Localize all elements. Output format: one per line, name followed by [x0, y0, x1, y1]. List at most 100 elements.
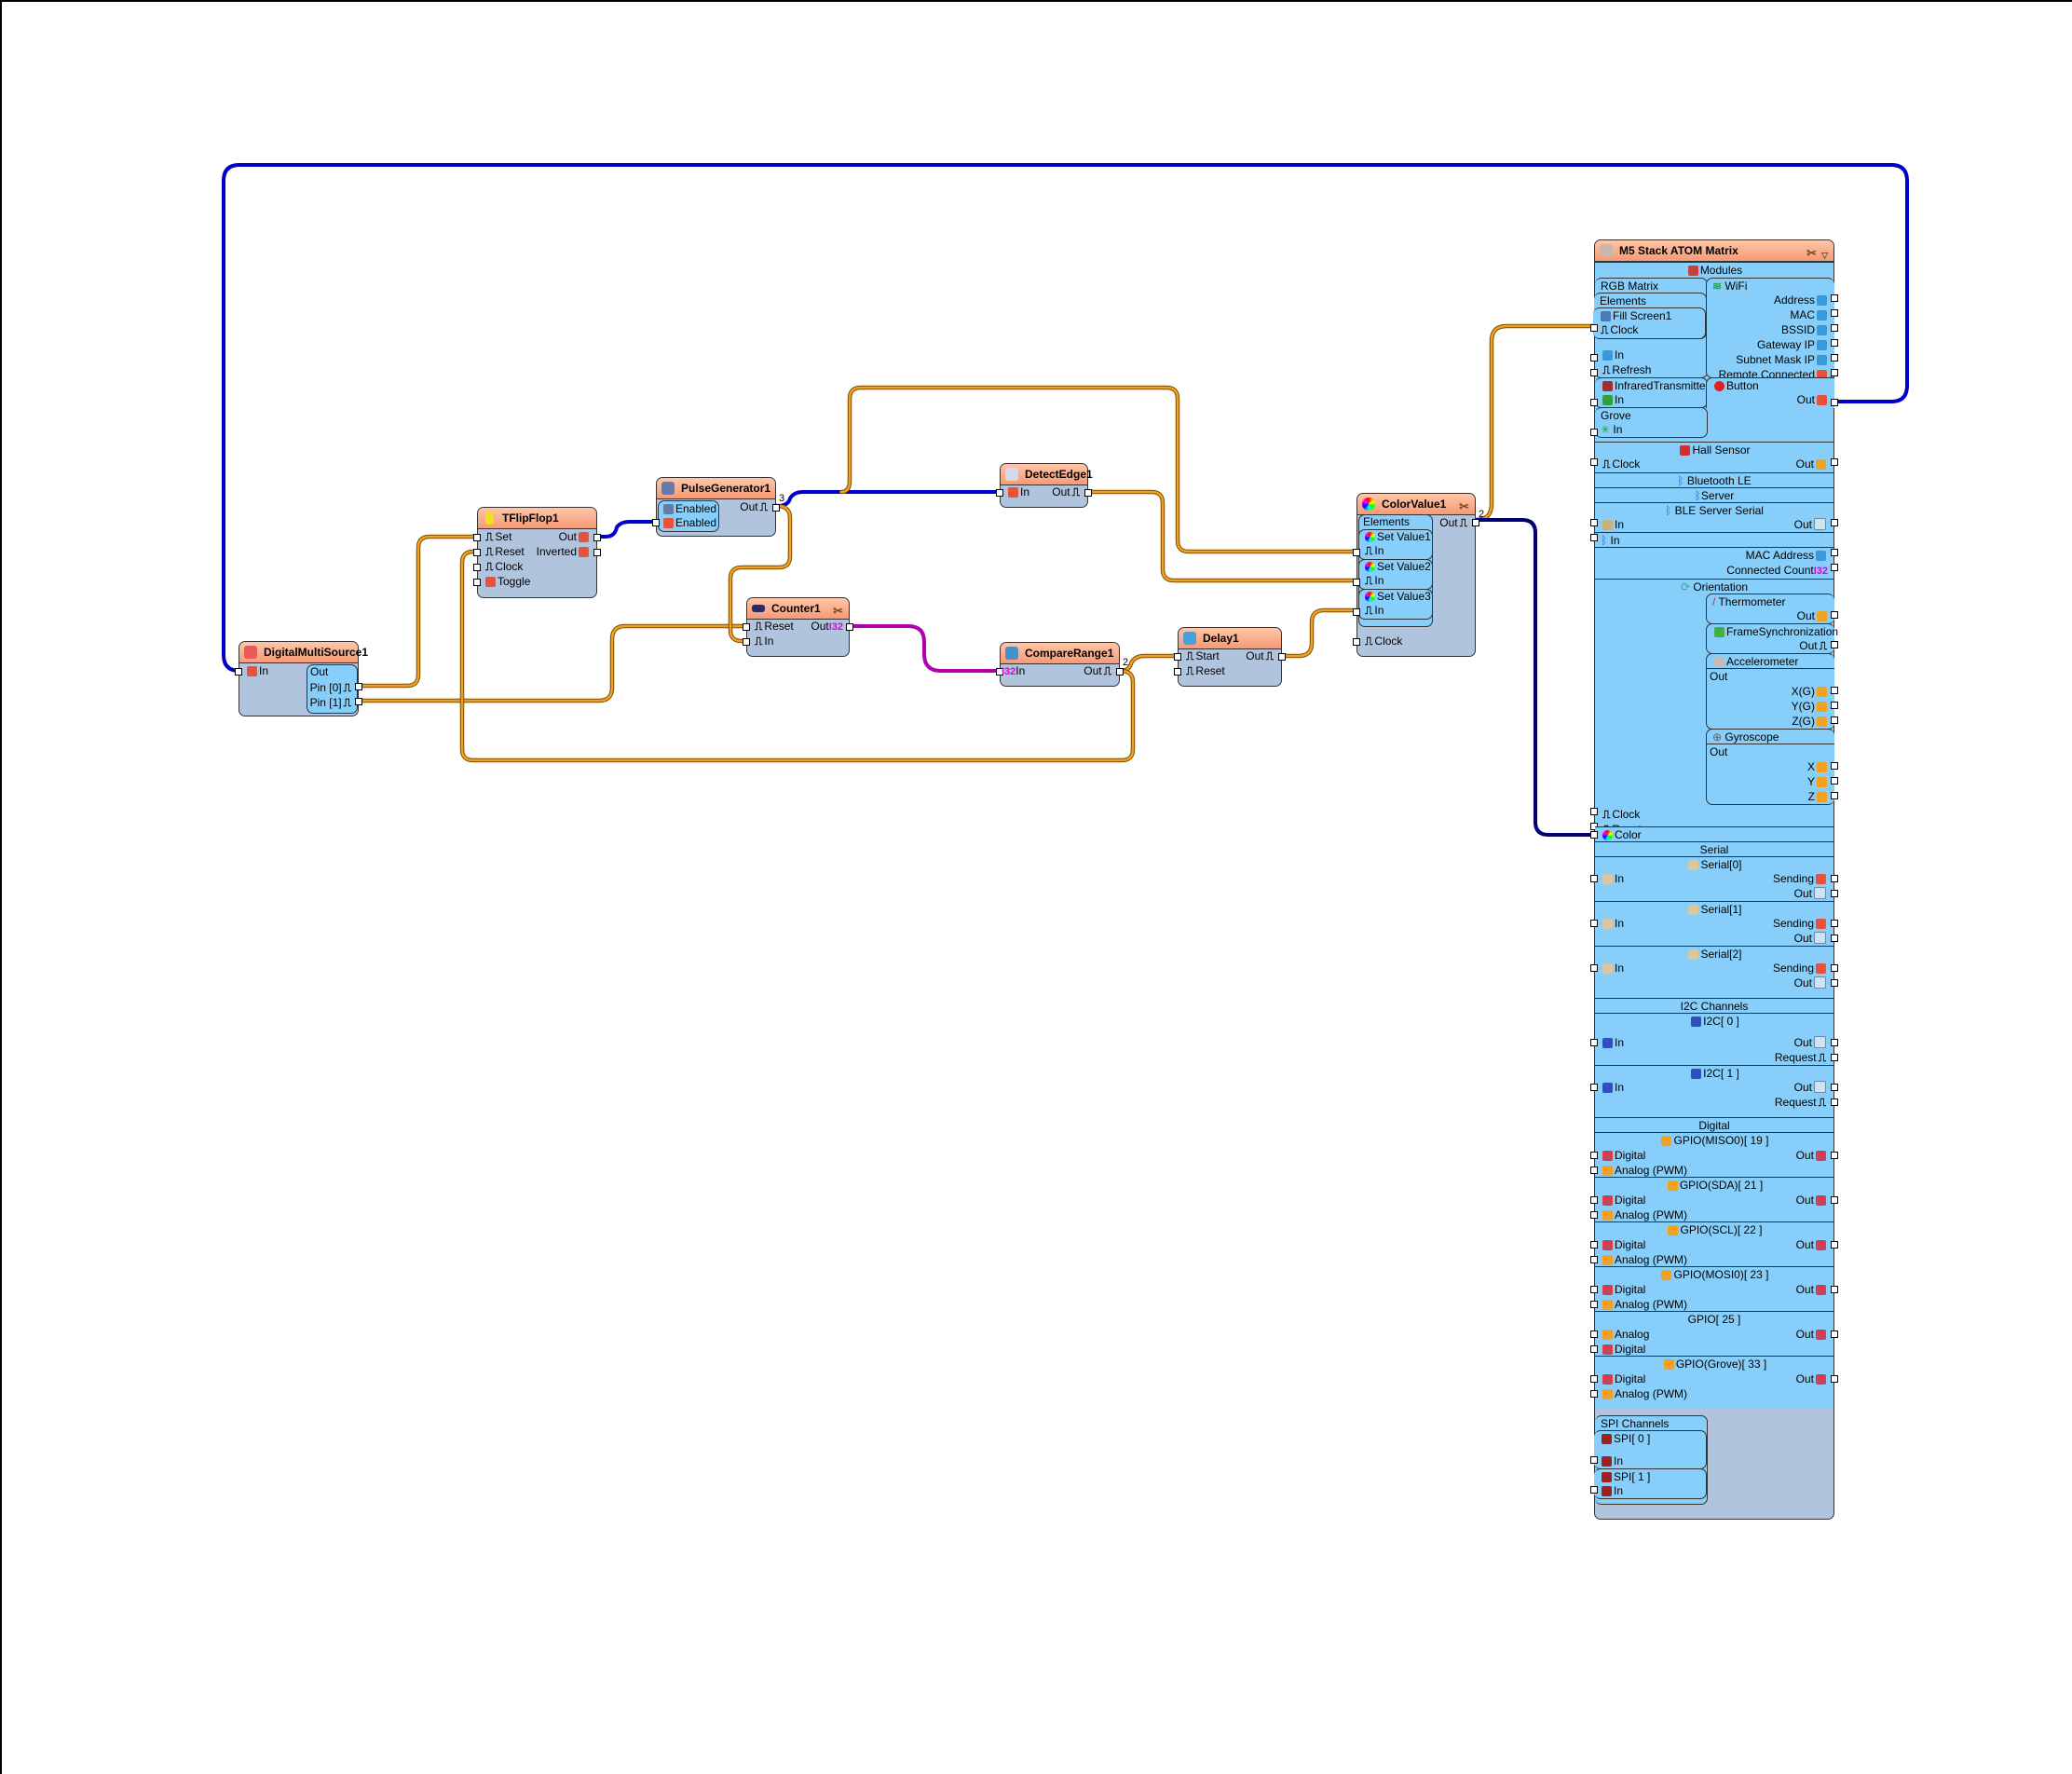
gpio-input2-port[interactable]: [1590, 1167, 1598, 1174]
fill-screen-clock-port[interactable]: [1590, 324, 1598, 332]
set-value3-element[interactable]: Set Value3 ⎍ In: [1358, 589, 1433, 620]
delay-component[interactable]: Delay1 ⎍ Start ⎍ Reset Out ⎍: [1174, 627, 1286, 687]
mac-address-port[interactable]: [1831, 549, 1838, 556]
gpio-input2-port[interactable]: [1590, 1301, 1598, 1308]
gyro-z-port[interactable]: [1831, 792, 1838, 799]
i2c1-in-port[interactable]: [1590, 1084, 1598, 1091]
serial1-in-port[interactable]: [1590, 920, 1598, 927]
out-port[interactable]: [1116, 668, 1124, 675]
component-header[interactable]: Counter1 ✂: [747, 598, 849, 620]
set-value1-element[interactable]: Set Value1 ⎍ In: [1358, 529, 1433, 560]
i2c0-out-port[interactable]: [1831, 1039, 1838, 1046]
gyro-x-port[interactable]: [1831, 762, 1838, 770]
hall-clock-port[interactable]: [1590, 458, 1598, 466]
serial2-in-port[interactable]: [1590, 964, 1598, 972]
in-port[interactable]: [743, 638, 750, 646]
serial2-sending-port[interactable]: [1831, 964, 1838, 972]
compare-range-component[interactable]: CompareRange1 I32In Out ⎍ 2: [996, 642, 1128, 687]
serial1-sending-port[interactable]: [1831, 920, 1838, 927]
set-port[interactable]: [473, 534, 481, 541]
inverted-port[interactable]: [593, 549, 601, 556]
out-port[interactable]: [772, 504, 780, 512]
orientation-clock-port[interactable]: [1590, 808, 1598, 815]
in-port[interactable]: [996, 489, 1003, 497]
spi0-in-port[interactable]: [1590, 1456, 1598, 1464]
x-g-port[interactable]: [1831, 687, 1838, 694]
start-port[interactable]: [1174, 653, 1181, 661]
digital-multi-source-component[interactable]: DigitalMultiSource1 In Out Pin [0] ⎍ Pin …: [235, 641, 368, 716]
out-port[interactable]: [1278, 653, 1286, 661]
i2c1-out-port[interactable]: [1831, 1084, 1838, 1091]
connected-count-port[interactable]: [1831, 564, 1838, 571]
reset-port[interactable]: [743, 623, 750, 631]
gpio-input1-port[interactable]: [1590, 1196, 1598, 1204]
component-header[interactable]: TFlipFlop1: [478, 508, 596, 529]
component-header[interactable]: Delay1: [1179, 628, 1281, 649]
serial0-sending-port[interactable]: [1831, 875, 1838, 882]
component-header[interactable]: ColorValue1 ✂: [1357, 494, 1475, 515]
pin0-port[interactable]: [355, 683, 362, 690]
i2c0-request-port[interactable]: [1831, 1054, 1838, 1061]
bssid-port[interactable]: [1831, 324, 1838, 332]
gpio-input2-port[interactable]: [1590, 1345, 1598, 1353]
refresh-port[interactable]: [1590, 369, 1598, 376]
set-value2-element[interactable]: Set Value2 ⎍ In: [1358, 559, 1433, 590]
set-value3-in-port[interactable]: [1353, 608, 1360, 616]
out-port[interactable]: [1472, 519, 1479, 526]
z-g-port[interactable]: [1831, 716, 1838, 724]
out-port[interactable]: [593, 534, 601, 541]
spi1-in-port[interactable]: [1590, 1486, 1598, 1494]
y-g-port[interactable]: [1831, 702, 1838, 709]
toggle-port[interactable]: [473, 579, 481, 586]
frame-sync-out-port[interactable]: [1831, 641, 1838, 648]
gpio-input1-port[interactable]: [1590, 1286, 1598, 1293]
gpio-input2-port[interactable]: [1590, 1211, 1598, 1219]
subnet-mask-ip-port[interactable]: [1831, 354, 1838, 362]
reset-port[interactable]: [473, 549, 481, 556]
ble-serial-in-port[interactable]: [1590, 519, 1598, 526]
ble-in-port[interactable]: [1590, 534, 1598, 541]
serial0-in-port[interactable]: [1590, 875, 1598, 882]
set-value1-in-port[interactable]: [1353, 549, 1360, 556]
serial1-out-port[interactable]: [1831, 935, 1838, 942]
in-port[interactable]: [235, 668, 242, 675]
remote-connected-port[interactable]: [1831, 369, 1838, 376]
color-port[interactable]: [1590, 831, 1598, 839]
serial2-out-port[interactable]: [1831, 979, 1838, 987]
counter-component[interactable]: Counter1 ✂ ⎍ Reset ⎍ In OutI32: [743, 597, 853, 657]
component-header[interactable]: DigitalMultiSource1: [239, 642, 368, 663]
out-port[interactable]: [846, 623, 853, 631]
gpio-input2-port[interactable]: [1590, 1256, 1598, 1263]
enabled-port[interactable]: [652, 519, 660, 526]
infrared-in-port[interactable]: [1590, 399, 1598, 406]
thermometer-out-port[interactable]: [1831, 611, 1838, 619]
reset-port[interactable]: [1174, 668, 1181, 675]
tflipflop-component[interactable]: TFlipFlop1 ⎍ Set ⎍ Reset ⎍ Clock Toggle Out…: [473, 507, 601, 598]
ble-serial-out-port[interactable]: [1831, 519, 1838, 526]
gpio-input2-port[interactable]: [1590, 1390, 1598, 1398]
detect-edge-component[interactable]: DetectEdge1 In Out ⎍: [996, 463, 1093, 508]
component-header[interactable]: PulseGenerator1: [657, 478, 775, 499]
color-value-component[interactable]: ColorValue1 ✂ Elements Set Value1 ⎍ In Se…: [1353, 493, 1484, 657]
component-header[interactable]: DetectEdge1: [1001, 464, 1093, 485]
i2c0-in-port[interactable]: [1590, 1039, 1598, 1046]
component-header[interactable]: M5 Stack ATOM Matrix ✂ ▽: [1595, 240, 1833, 262]
gpio-input1-port[interactable]: [1590, 1375, 1598, 1383]
address-port[interactable]: [1831, 294, 1838, 302]
gateway-ip-port[interactable]: [1831, 339, 1838, 347]
pin1-port[interactable]: [355, 698, 362, 705]
gpio-input1-port[interactable]: [1590, 1152, 1598, 1159]
pulse-generator-component[interactable]: PulseGenerator1 Enabled Enabled Out ⎍ 3: [652, 477, 784, 537]
i2c1-request-port[interactable]: [1831, 1099, 1838, 1106]
gpio-out-port[interactable]: [1831, 1286, 1838, 1293]
rgb-matrix-in-port[interactable]: [1590, 354, 1598, 362]
clock-port[interactable]: [1353, 638, 1360, 646]
gpio-input1-port[interactable]: [1590, 1330, 1598, 1338]
out-port[interactable]: [1084, 489, 1092, 497]
tools-icon[interactable]: ✂: [1806, 243, 1817, 264]
set-value2-in-port[interactable]: [1353, 579, 1360, 586]
mac-port[interactable]: [1831, 309, 1838, 317]
gpio-out-port[interactable]: [1831, 1196, 1838, 1204]
gpio-out-port[interactable]: [1831, 1330, 1838, 1338]
gpio-out-port[interactable]: [1831, 1241, 1838, 1249]
